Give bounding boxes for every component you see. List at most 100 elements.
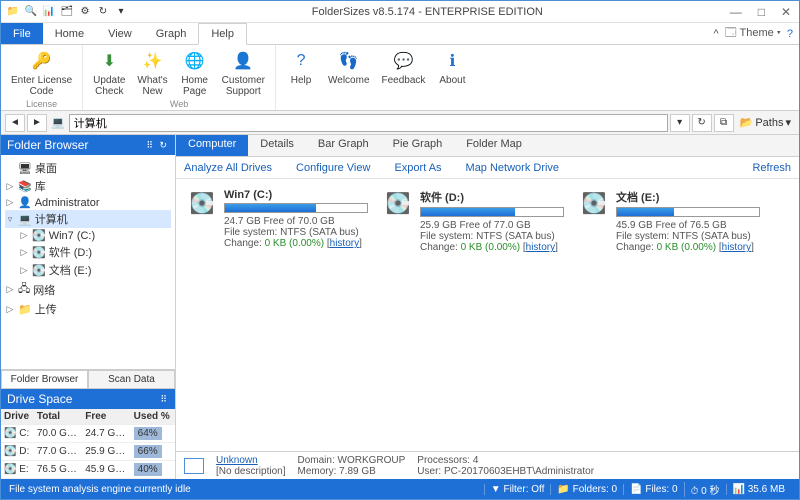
qa-icon-3[interactable]: 🗂 xyxy=(59,4,75,20)
window-controls: — □ ✕ xyxy=(726,5,795,19)
drive-item[interactable]: 💽 文档 (E:) 45.9 GB Free of 76.5 GB File s… xyxy=(580,189,760,253)
system-domain: Domain: WORKGROUP xyxy=(297,455,405,466)
drive-space-title: Drive Space xyxy=(7,392,72,406)
qa-icon-2[interactable]: 📊 xyxy=(41,4,57,20)
refresh-link[interactable]: Refresh xyxy=(752,162,791,174)
enter-license-button[interactable]: 🔑 Enter License Code xyxy=(7,47,76,99)
window-title: FolderSizes v8.5.174 - ENTERPRISE EDITIO… xyxy=(129,6,726,18)
tree-node-drive-d[interactable]: ▷💽 软件 (D:) xyxy=(5,243,171,261)
export-as-link[interactable]: Export As xyxy=(394,162,441,174)
drive-space-row[interactable]: 💽 D:77.0 G…25.9 G…66% xyxy=(1,443,175,461)
drive-space-header: Drive Space ⠿ xyxy=(1,389,175,409)
configure-view-link[interactable]: Configure View xyxy=(296,162,370,174)
nav-forward-button[interactable]: ► xyxy=(27,114,47,132)
system-info-footer: Unknown [No description] Domain: WORKGRO… xyxy=(176,451,799,479)
drive-space-table: Drive Total Free Used % 💽 C:70.0 G…24.7 … xyxy=(1,409,175,479)
system-name-link[interactable]: Unknown xyxy=(216,455,258,466)
sparkle-icon: ✨ xyxy=(141,49,165,73)
tree-node-libraries[interactable]: ▷📚 库 xyxy=(5,177,171,195)
monitor-icon xyxy=(184,458,204,474)
help-icon[interactable]: ? xyxy=(787,28,793,40)
qa-icon-4[interactable]: ⚙ xyxy=(77,4,93,20)
chat-icon: 💬 xyxy=(391,49,415,73)
content-area: Computer Details Bar Graph Pie Graph Fol… xyxy=(176,135,799,479)
system-name-block: Unknown [No description] xyxy=(216,455,285,477)
maximize-button[interactable]: □ xyxy=(754,5,769,19)
status-filter[interactable]: ▼ Filter: Off xyxy=(484,484,551,495)
download-icon: ⬇ xyxy=(97,49,121,73)
content-tab-details[interactable]: Details xyxy=(248,135,306,156)
drive-history-link[interactable]: history xyxy=(526,242,555,253)
help-button[interactable]: ?Help xyxy=(282,47,320,97)
drive-space-row[interactable]: 💽 E:76.5 G…45.9 G…40% xyxy=(1,461,175,479)
tree-node-desktop[interactable]: 🖥 桌面 xyxy=(5,159,171,177)
tab-home[interactable]: Home xyxy=(43,23,96,44)
status-folders: 📁 Folders: 0 xyxy=(550,484,623,495)
customer-support-button[interactable]: 👤Customer Support xyxy=(218,47,269,99)
tab-help[interactable]: Help xyxy=(198,23,247,45)
drive-space-row[interactable]: 💽 C:70.0 G…24.7 G…64% xyxy=(1,425,175,443)
drive-change: Change: 0 KB (0.00%) [history] xyxy=(224,238,368,249)
collapse-ribbon-icon[interactable]: ^ xyxy=(714,28,719,40)
welcome-button[interactable]: 👣Welcome xyxy=(324,47,374,97)
qa-refresh-icon[interactable]: ↻ xyxy=(95,4,111,20)
tree-node-network[interactable]: ▷🖧 网络 xyxy=(5,279,171,300)
content-tab-pie-graph[interactable]: Pie Graph xyxy=(381,135,455,156)
feedback-button[interactable]: 💬Feedback xyxy=(378,47,430,97)
tab-view[interactable]: View xyxy=(96,23,144,44)
map-network-drive-link[interactable]: Map Network Drive xyxy=(466,162,560,174)
info-icon: ℹ xyxy=(440,49,464,73)
home-page-button[interactable]: 🌐Home Page xyxy=(176,47,214,99)
content-tab-folder-map[interactable]: Folder Map xyxy=(454,135,534,156)
nav-back-button[interactable]: ◄ xyxy=(5,114,25,132)
folder-browser-tools[interactable]: ⠿ ↻ xyxy=(146,140,169,151)
help-circle-icon: ? xyxy=(289,49,313,73)
analyze-all-drives-link[interactable]: Analyze All Drives xyxy=(184,162,272,174)
path-dropdown-button[interactable]: ▾ xyxy=(670,114,690,132)
drive-usage-bar xyxy=(420,207,564,217)
drive-history-link[interactable]: history xyxy=(330,238,359,249)
col-used[interactable]: Used % xyxy=(131,409,175,425)
tree-node-drive-e[interactable]: ▷💽 文档 (E:) xyxy=(5,261,171,279)
ribbon-group-help: ?Help 👣Welcome 💬Feedback ℹAbout xyxy=(276,45,477,110)
theme-menu[interactable]: 🗔 Theme ▾ xyxy=(725,24,781,43)
sidebar-tab-scan-data[interactable]: Scan Data xyxy=(88,370,175,388)
tree-node-computer[interactable]: ▿💻 计算机 xyxy=(5,210,171,228)
new-window-button[interactable]: ⧉ xyxy=(714,114,734,132)
col-total[interactable]: Total xyxy=(34,409,82,425)
folder-browser-header: Folder Browser ⠿ ↻ xyxy=(1,135,175,155)
titlebar: 📁 🔍 📊 🗂 ⚙ ↻ ▾ FolderSizes v8.5.174 - ENT… xyxy=(1,1,799,23)
key-icon: 🔑 xyxy=(30,49,54,73)
content-tab-computer[interactable]: Computer xyxy=(176,135,248,156)
tree-node-administrator[interactable]: ▷👤 Administrator xyxy=(5,195,171,210)
content-tab-bar-graph[interactable]: Bar Graph xyxy=(306,135,381,156)
drive-item[interactable]: 💽 Win7 (C:) 24.7 GB Free of 70.0 GB File… xyxy=(188,189,368,249)
paths-menu[interactable]: 📂 Paths ▾ xyxy=(736,116,795,129)
col-drive[interactable]: Drive xyxy=(1,409,34,425)
sidebar-tab-folder-browser[interactable]: Folder Browser xyxy=(1,370,88,388)
system-description: [No description] xyxy=(216,466,285,477)
qa-icon-1[interactable]: 🔍 xyxy=(23,4,39,20)
about-button[interactable]: ℹAbout xyxy=(433,47,471,97)
drive-item[interactable]: 💽 软件 (D:) 25.9 GB Free of 77.0 GB File s… xyxy=(384,189,564,253)
minimize-button[interactable]: — xyxy=(726,5,746,19)
tab-graph[interactable]: Graph xyxy=(144,23,199,44)
tab-file[interactable]: File xyxy=(1,23,43,44)
drives-list: 💽 Win7 (C:) 24.7 GB Free of 70.0 GB File… xyxy=(176,179,799,451)
drive-filesystem: File system: NTFS (SATA bus) xyxy=(420,231,564,242)
drive-space-panel: Drive Space ⠿ Drive Total Free Used % 💽 … xyxy=(1,388,175,479)
status-time: ⏱ 0 秒 xyxy=(684,482,726,497)
update-check-button[interactable]: ⬇Update Check xyxy=(89,47,129,99)
tree-node-upload[interactable]: ▷📁 上传 xyxy=(5,300,171,318)
drive-space-tools[interactable]: ⠿ xyxy=(160,394,169,405)
qa-dropdown-icon[interactable]: ▾ xyxy=(113,4,129,20)
folder-browser-title: Folder Browser xyxy=(7,138,88,152)
path-input[interactable] xyxy=(69,114,668,132)
refresh-path-button[interactable]: ↻ xyxy=(692,114,712,132)
drive-history-link[interactable]: history xyxy=(722,242,751,253)
tree-node-drive-c[interactable]: ▷💽 Win7 (C:) xyxy=(5,228,171,243)
whats-new-button[interactable]: ✨What's New xyxy=(133,47,171,99)
ribbon-group-web: ⬇Update Check ✨What's New 🌐Home Page 👤Cu… xyxy=(83,45,276,110)
col-free[interactable]: Free xyxy=(82,409,130,425)
close-button[interactable]: ✕ xyxy=(777,5,795,19)
